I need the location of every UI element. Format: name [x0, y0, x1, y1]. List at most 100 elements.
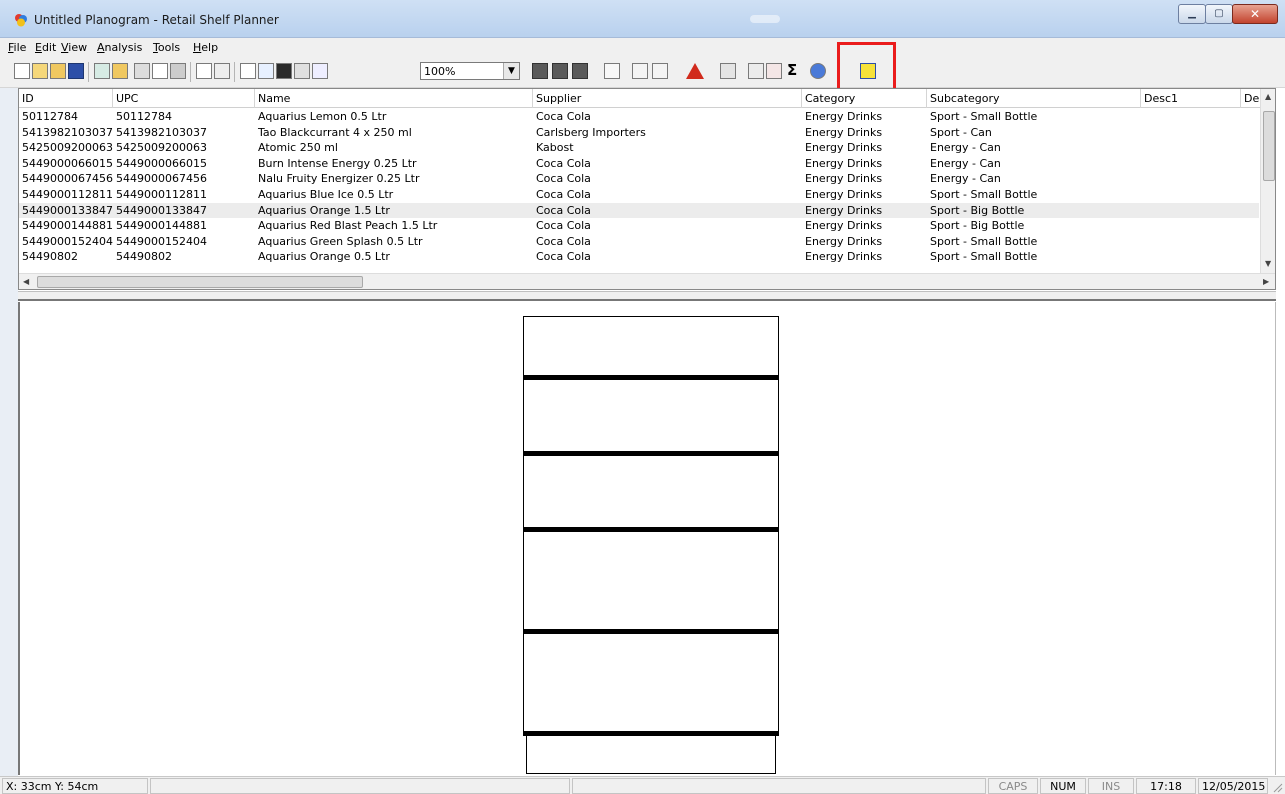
column-header-upc[interactable]: UPC	[116, 92, 138, 105]
cell-upc: 50112784	[116, 110, 172, 123]
triangle-icon[interactable]	[686, 63, 704, 79]
sigma-icon[interactable]: Σ	[787, 61, 797, 79]
table-row[interactable]: 5449000133847 5449000133847 Aquarius Orang…	[19, 202, 1259, 219]
justify-left-icon[interactable]	[632, 63, 648, 79]
cell-name: Aquarius Red Blast Peach 1.5 Ltr	[258, 219, 438, 233]
vertical-scrollbar[interactable]: ▲ ▼	[1260, 89, 1275, 273]
pane-splitter[interactable]	[18, 291, 1276, 301]
scroll-right-icon[interactable]: ▶	[1263, 277, 1269, 286]
column-divider[interactable]	[254, 89, 255, 108]
column-header-subcategory[interactable]: Subcategory	[930, 92, 1000, 105]
minimize-button[interactable]: ▁	[1178, 4, 1206, 24]
cell-name: Atomic 250 ml	[258, 141, 338, 155]
table-row[interactable]: 5425009200063 5425009200063 Atomic 250 ml K…	[19, 140, 1259, 156]
align-center-icon[interactable]	[552, 63, 568, 79]
facings-icon[interactable]	[294, 63, 310, 79]
horizontal-scrollbar[interactable]: ◀ ▶	[19, 273, 1275, 289]
column-header-desc1[interactable]: Desc1	[1144, 92, 1178, 105]
cell-id: 50112784	[22, 110, 78, 123]
zoom-value: 100%	[424, 65, 456, 78]
print-icon[interactable]	[170, 63, 186, 79]
resize-grip-icon[interactable]	[1271, 781, 1283, 793]
cell-name: Burn Intense Energy 0.25 Ltr	[258, 156, 417, 170]
label-icon[interactable]	[312, 63, 328, 79]
table-row[interactable]: 5449000067456 5449000067456 Nalu Fruity En…	[19, 171, 1259, 187]
table-row[interactable]: 54490802 54490802 Aquarius Orange 0.5 Ltr C…	[19, 249, 1259, 265]
chevron-down-icon[interactable]: ▼	[503, 63, 519, 79]
column-divider[interactable]	[801, 89, 802, 108]
table-row[interactable]: 5413982103037 5413982103037 Tao Blackcurra…	[19, 125, 1259, 141]
column-header-name[interactable]: Name	[258, 92, 290, 105]
cell-category: Energy Drinks	[805, 125, 883, 139]
table-row[interactable]: 5449000112811 5449000112811 Aquarius Blue …	[19, 187, 1259, 203]
shelf[interactable]	[523, 527, 779, 532]
column-header-category[interactable]: Category	[805, 92, 855, 105]
scroll-down-icon[interactable]: ▼	[1265, 259, 1271, 268]
justify-right-icon[interactable]	[652, 63, 668, 79]
menu-tools[interactable]: Tools	[153, 41, 180, 54]
layout-icon[interactable]	[134, 63, 150, 79]
undo-icon[interactable]	[196, 63, 212, 79]
column-header-de[interactable]: De	[1244, 92, 1259, 105]
menu-file[interactable]: File	[8, 41, 26, 54]
table-row[interactable]: 5449000144881 5449000144881 Aquarius Red B…	[19, 218, 1259, 234]
align-left-icon[interactable]	[532, 63, 548, 79]
cell-id: 5449000112811	[22, 188, 113, 201]
gondola-base[interactable]	[526, 735, 776, 774]
column-header-id[interactable]: ID	[22, 92, 34, 105]
close-button[interactable]: ✕	[1232, 4, 1278, 24]
cell-subcategory: Energy - Can	[930, 141, 1001, 155]
select-icon[interactable]	[258, 63, 274, 79]
menu-analysis[interactable]: Analysis	[97, 41, 142, 54]
zoom-select[interactable]: 100% ▼	[420, 62, 520, 80]
scrollbar-thumb[interactable]	[1263, 111, 1275, 181]
scroll-up-icon[interactable]: ▲	[1265, 92, 1271, 101]
new-file-icon[interactable]	[14, 63, 30, 79]
menu-edit[interactable]: Edit	[35, 41, 56, 54]
grid-icon[interactable]	[720, 63, 736, 79]
cell-name: Aquarius Blue Ice 0.5 Ltr	[258, 188, 394, 201]
menu-help[interactable]: Help	[193, 41, 218, 54]
table-row[interactable]: 5449000152404 5449000152404 Aquarius Green…	[19, 234, 1259, 250]
column-header-supplier[interactable]: Supplier	[536, 92, 581, 105]
shelf[interactable]	[523, 629, 779, 634]
open-recent-icon[interactable]	[50, 63, 66, 79]
scrollbar-thumb[interactable]	[37, 276, 363, 288]
table-row[interactable]: 50112784 50112784 Aquarius Lemon 0.5 Ltr Co…	[19, 109, 1259, 125]
save-icon[interactable]	[68, 63, 84, 79]
shelf[interactable]	[523, 451, 779, 456]
import-icon[interactable]	[94, 63, 110, 79]
column-divider[interactable]	[1240, 89, 1241, 108]
cell-supplier: Kabost	[536, 141, 574, 155]
toolbar: 100% ▼ Σ	[0, 58, 1285, 88]
cell-category: Energy Drinks	[805, 250, 883, 264]
table-header: ID UPC Name Supplier Category Subcategor…	[19, 89, 1275, 108]
blank-shelf-icon[interactable]	[604, 63, 620, 79]
menu-view[interactable]: View	[61, 41, 87, 54]
column-divider[interactable]	[1140, 89, 1141, 108]
print-preview-icon[interactable]	[152, 63, 168, 79]
globe-icon[interactable]	[810, 63, 826, 79]
find-icon[interactable]	[276, 63, 292, 79]
maximize-button[interactable]: ▢	[1205, 4, 1233, 24]
add-shelf-icon[interactable]	[240, 63, 256, 79]
column-divider[interactable]	[112, 89, 113, 108]
cell-name: Aquarius Lemon 0.5 Ltr	[258, 110, 387, 123]
cell-id: 5449000067456	[22, 172, 113, 186]
open-folder-icon[interactable]	[32, 63, 48, 79]
edit-icon[interactable]	[748, 63, 764, 79]
redo-icon[interactable]	[214, 63, 230, 79]
scroll-left-icon[interactable]: ◀	[23, 277, 29, 286]
column-divider[interactable]	[926, 89, 927, 108]
cell-category: Energy Drinks	[805, 172, 883, 186]
column-divider[interactable]	[532, 89, 533, 108]
clock-time: 17:18	[1136, 778, 1196, 794]
clear-icon[interactable]	[766, 63, 782, 79]
cell-subcategory: Sport - Small Bottle	[930, 234, 1038, 248]
align-right-icon[interactable]	[572, 63, 588, 79]
shelf[interactable]	[523, 375, 779, 380]
table-row[interactable]: 5449000066015 5449000066015 Burn Intense E…	[19, 156, 1259, 172]
cell-category: Energy Drinks	[805, 234, 883, 248]
clock-date: 12/05/2015	[1198, 778, 1268, 794]
database-icon[interactable]	[112, 63, 128, 79]
